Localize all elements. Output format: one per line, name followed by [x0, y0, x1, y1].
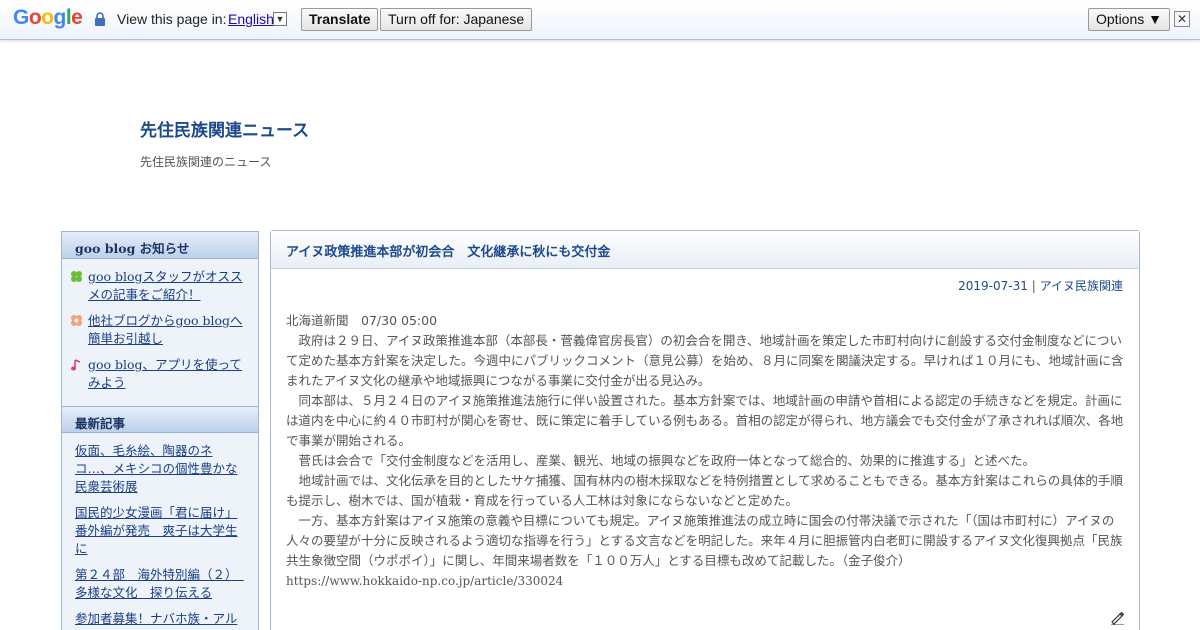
logo-letter: e — [71, 6, 83, 29]
recent-heading: 最新記事 — [62, 406, 258, 433]
recent-link[interactable]: 第２４部 海外特別編（２） 多様な文化 探り伝える — [75, 567, 244, 600]
article-paragraph: 政府は２９日、アイヌ政策推進本部（本部長・菅義偉官房長官）の初会合を開き、地域計… — [286, 333, 1124, 388]
logo-letter: o — [28, 6, 42, 29]
chevron-down-icon[interactable]: ▼ — [273, 12, 287, 26]
logo-letter: g — [53, 6, 67, 29]
notice-box: goo blog お知らせ goo blogスタッフがオススメの記事をご紹介！ … — [61, 231, 259, 630]
article-paragraph: 同本部は、５月２４日のアイヌ施策推進法施行に伴い設置された。基本方針案では、地域… — [286, 393, 1124, 448]
article-source: 北海道新聞 07/30 05:00 — [286, 313, 438, 328]
article-paragraph: 地域計画では、文化伝承を目的としたサケ捕獲、国有林内の樹木採取などを特例措置とし… — [286, 473, 1123, 508]
options-button[interactable]: Options ▼ — [1088, 8, 1170, 31]
sidebar: goo blog お知らせ goo blogスタッフがオススメの記事をご紹介！ … — [61, 231, 259, 630]
logo-letter: G — [13, 6, 29, 29]
pencil-icon[interactable] — [1109, 609, 1125, 625]
notice-item: goo blog、アプリを使ってみよう — [70, 356, 250, 392]
article-category[interactable]: アイヌ民族関連 — [1040, 279, 1123, 293]
translate-bar: Google View this page in: English ▼ Tran… — [0, 0, 1200, 40]
notice-item: goo blogスタッフがオススメの記事をご紹介！ — [70, 268, 250, 304]
recent-item: 国民的少女漫画「君に届け」番外編が発売 爽子は大学生に — [75, 504, 245, 558]
blog-title[interactable]: 先住民族関連ニュース — [140, 116, 309, 141]
article-title[interactable]: アイヌ政策推進本部が初会合 文化継承に秋にも交付金 — [271, 231, 1139, 269]
article-meta: 2019-07-31 | アイヌ民族関連 — [958, 277, 1123, 294]
notice-item: 他社ブログからgoo blogへ簡単お引越し — [70, 312, 250, 348]
language-select-link[interactable]: English — [228, 11, 274, 27]
notice-list: goo blogスタッフがオススメの記事をご紹介！ 他社ブログからgoo blo… — [62, 259, 258, 406]
notice-heading: goo blog お知らせ — [62, 232, 258, 259]
notice-link[interactable]: 他社ブログからgoo blogへ簡単お引越し — [88, 313, 243, 346]
article-panel: アイヌ政策推進本部が初会合 文化継承に秋にも交付金 2019-07-31 | ア… — [270, 230, 1140, 630]
clover-icon — [71, 271, 82, 282]
article-paragraph: 一方、基本方針案はアイヌ施策の意義や目標についても規定。アイヌ施策推進法の成立時… — [286, 513, 1123, 568]
recent-item: 第２４部 海外特別編（２） 多様な文化 探り伝える — [75, 566, 245, 602]
recent-list: 仮面、毛糸絵、陶器のネコ…、メキシコの個性豊かな民衆芸術展 国民的少女漫画「君に… — [62, 433, 258, 630]
notice-link[interactable]: goo blog、アプリを使ってみよう — [88, 357, 242, 390]
turn-off-button[interactable]: Turn off for: Japanese — [380, 8, 533, 31]
recent-item: 仮面、毛糸絵、陶器のネコ…、メキシコの個性豊かな民衆芸術展 — [75, 442, 245, 496]
lock-icon — [95, 12, 105, 26]
article-url: https://www.hokkaido-np.co.jp/article/33… — [286, 574, 564, 588]
music-note-icon — [71, 359, 81, 371]
meta-separator: | — [1031, 279, 1036, 293]
article-date[interactable]: 2019-07-31 — [958, 279, 1028, 293]
notice-link[interactable]: goo blogスタッフがオススメの記事をご紹介！ — [88, 269, 243, 302]
recent-item: 参加者募集！ナバホ族・アル — [75, 610, 245, 628]
google-logo: Google — [13, 6, 83, 30]
recent-link[interactable]: 仮面、毛糸絵、陶器のネコ…、メキシコの個性豊かな民衆芸術展 — [75, 443, 238, 494]
recent-link[interactable]: 国民的少女漫画「君に届け」番外編が発売 爽子は大学生に — [75, 505, 238, 556]
blog-description: 先住民族関連のニュース — [140, 155, 272, 169]
article-paragraph: 菅氏は会合で「交付金制度などを活用し、産業、観光、地域の振興などを政府一体となっ… — [286, 453, 1036, 468]
logo-letter: o — [41, 6, 54, 29]
translate-button[interactable]: Translate — [301, 8, 379, 31]
close-icon[interactable]: ✕ — [1174, 11, 1190, 27]
translate-prompt: View this page in: — [117, 11, 227, 27]
article-body: 北海道新聞 07/30 05:00 政府は２９日、アイヌ政策推進本部（本部長・菅… — [286, 311, 1124, 591]
flower-icon — [71, 315, 82, 326]
recent-link[interactable]: 参加者募集！ナバホ族・アル — [75, 611, 237, 626]
